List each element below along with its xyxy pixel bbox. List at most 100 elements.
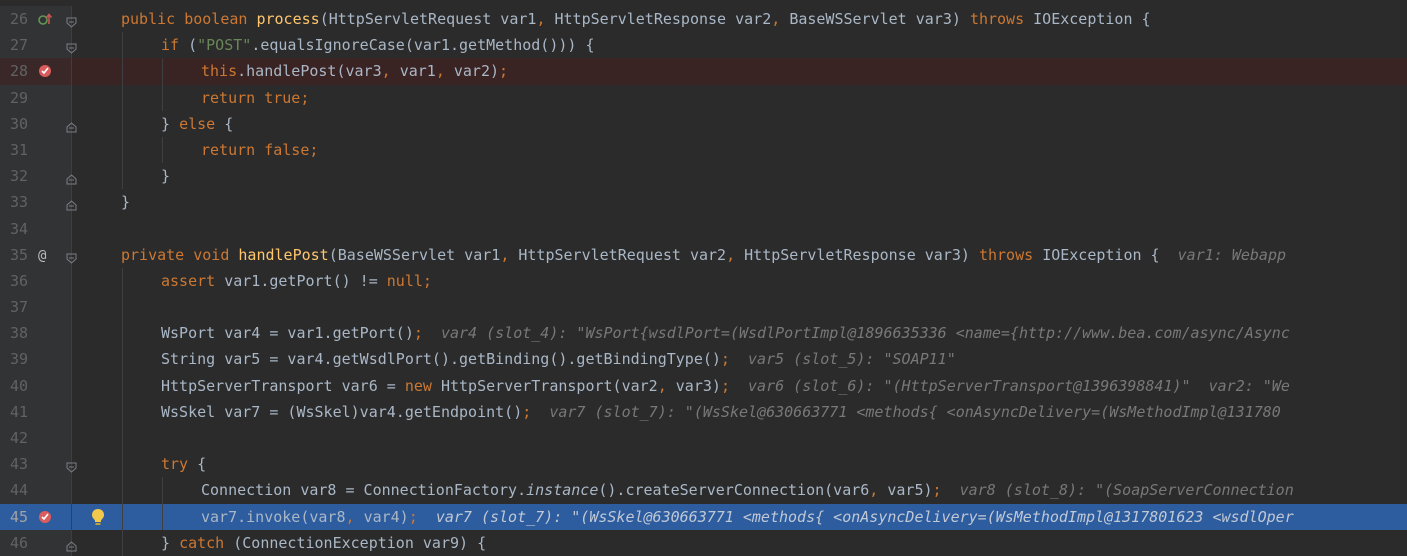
code-text[interactable]: HttpServerTransport var6 = new HttpServe… xyxy=(161,373,1407,399)
line-gutter[interactable]: 38 xyxy=(0,320,72,347)
code-token: , xyxy=(500,245,519,264)
code-token: ; xyxy=(413,324,441,343)
code-line[interactable]: 45 var7.invoke(var8, var4); var7 (slot_7)… xyxy=(0,503,1407,530)
code-token: catch xyxy=(179,533,234,552)
indent-guide xyxy=(122,84,123,111)
indent-guide xyxy=(122,477,123,504)
line-gutter[interactable]: 43 xyxy=(0,451,72,478)
line-gutter[interactable]: 45 xyxy=(0,503,72,530)
line-number: 32 xyxy=(9,167,28,186)
fold-start-icon[interactable] xyxy=(66,14,77,28)
code-line[interactable]: 43 try { xyxy=(0,451,1407,478)
code-text[interactable]: if ("POST".equalsIgnoreCase(var1.getMeth… xyxy=(161,32,1407,58)
line-gutter[interactable]: 40 xyxy=(0,372,72,399)
inline-debug-value: var6 (slot_6): "(HttpServerTransport@139… xyxy=(748,376,1290,395)
code-token: ; xyxy=(408,507,436,526)
line-gutter[interactable]: 44 xyxy=(0,477,72,504)
code-token: this xyxy=(201,62,238,81)
code-text[interactable]: } xyxy=(121,189,1407,215)
fold-mid-icon[interactable] xyxy=(66,119,77,133)
line-gutter[interactable]: 35 @ xyxy=(0,241,72,268)
code-token: assert xyxy=(161,271,225,290)
line-gutter[interactable]: 31 xyxy=(0,136,72,164)
line-gutter[interactable]: 26 xyxy=(0,6,72,33)
code-token: WsPort var4 = var1.getPort() xyxy=(161,324,414,343)
code-token: new xyxy=(404,376,441,395)
indent-guide xyxy=(122,398,123,425)
code-line[interactable]: 29 return true; xyxy=(0,84,1407,111)
code-text[interactable]: return false; xyxy=(201,137,1407,163)
breakpoint-icon[interactable] xyxy=(38,64,52,78)
fold-start-icon[interactable] xyxy=(66,459,77,473)
line-gutter[interactable]: 37 xyxy=(0,294,72,321)
code-line[interactable]: 41 WsSkel var7 = (WsSkel)var4.getEndpoint… xyxy=(0,398,1407,425)
line-number: 35 xyxy=(9,245,28,264)
code-text[interactable]: WsPort var4 = var1.getPort(); var4 (slot… xyxy=(161,320,1407,346)
code-text[interactable]: assert var1.getPort() != null; xyxy=(161,268,1407,294)
inline-debug-value: var1: Webapp xyxy=(1177,245,1287,264)
code-text[interactable]: String var5 = var4.getWsdlPort().getBind… xyxy=(161,346,1407,372)
code-text[interactable]: return true; xyxy=(201,85,1407,111)
breakpoint-icon[interactable] xyxy=(38,510,52,524)
fold-start-icon[interactable] xyxy=(66,250,77,264)
code-line[interactable]: 30 } else { xyxy=(0,110,1407,137)
code-token: private xyxy=(121,245,194,264)
line-number: 46 xyxy=(9,533,28,552)
code-line[interactable]: 40 HttpServerTransport var6 = new HttpSer… xyxy=(0,372,1407,399)
code-text[interactable]: } else { xyxy=(161,111,1407,137)
code-text[interactable]: Connection var8 = ConnectionFactory.inst… xyxy=(201,477,1407,503)
code-text[interactable]: } xyxy=(161,163,1407,189)
code-text[interactable]: } catch (ConnectionException var9) { xyxy=(161,530,1407,556)
indent-guide xyxy=(162,136,163,164)
line-gutter[interactable]: 32 xyxy=(0,163,72,190)
code-line[interactable]: 44 Connection var8 = ConnectionFactory.in… xyxy=(0,477,1407,504)
code-line[interactable]: 42 xyxy=(0,425,1407,452)
line-gutter[interactable]: 36 xyxy=(0,267,72,295)
line-gutter[interactable]: 46 xyxy=(0,529,72,556)
fold-start-icon[interactable] xyxy=(66,40,77,54)
line-gutter[interactable]: 34 xyxy=(0,215,72,242)
code-line[interactable]: 37 xyxy=(0,294,1407,321)
code-text[interactable]: public boolean process(HttpServletReques… xyxy=(121,6,1407,32)
code-line[interactable]: 46 } catch (ConnectionException var9) { xyxy=(0,529,1407,556)
line-gutter[interactable]: 27 xyxy=(0,32,72,59)
line-gutter[interactable]: 39 xyxy=(0,346,72,373)
code-line[interactable]: 32} xyxy=(0,163,1407,190)
code-text[interactable]: private void handlePost(BaseWSServlet va… xyxy=(121,242,1407,268)
code-line[interactable]: 26 public boolean process(HttpServletRequ… xyxy=(0,6,1407,33)
line-gutter[interactable]: 28 xyxy=(0,58,72,85)
fold-end-icon[interactable] xyxy=(66,197,77,211)
lightbulb-icon[interactable] xyxy=(90,508,106,526)
override-icon[interactable] xyxy=(38,12,53,26)
code-token: IOException { xyxy=(1042,245,1178,264)
code-line[interactable]: 36 assert var1.getPort() != null; xyxy=(0,267,1407,295)
fold-mid-icon[interactable] xyxy=(66,538,77,552)
code-text[interactable]: try { xyxy=(161,451,1407,477)
code-text[interactable]: WsSkel var7 = (WsSkel)var4.getEndpoint()… xyxy=(161,399,1407,425)
code-token: ; xyxy=(720,376,749,395)
line-gutter[interactable]: 41 xyxy=(0,398,72,425)
code-token: HttpServletResponse var3) xyxy=(744,245,979,264)
line-gutter[interactable]: 42 xyxy=(0,425,72,452)
code-token: ().createServerConnection(var6 xyxy=(598,481,870,500)
fold-end-icon[interactable] xyxy=(66,171,77,185)
code-line[interactable]: 35 @ private void handlePost(BaseWSServlet… xyxy=(0,241,1407,268)
code-text[interactable]: var7.invoke(var8, var4); var7 (slot_7): … xyxy=(201,504,1407,530)
line-gutter[interactable]: 33 xyxy=(0,189,72,216)
code-editor[interactable]: 26 public boolean process(HttpServletRequ… xyxy=(0,6,1407,556)
code-line[interactable]: 38 WsPort var4 = var1.getPort(); var4 (sl… xyxy=(0,320,1407,347)
code-line[interactable]: 27 if ("POST".equalsIgnoreCase(var1.getMe… xyxy=(0,32,1407,59)
code-token: var5) xyxy=(887,481,933,500)
annotation-at-icon[interactable]: @ xyxy=(38,248,52,264)
code-token: WsSkel var7 = (WsSkel)var4.getEndpoint() xyxy=(161,402,523,421)
code-line[interactable]: 33} xyxy=(0,189,1407,216)
code-line[interactable]: 34 xyxy=(0,215,1407,242)
code-line[interactable]: 39 String var5 = var4.getWsdlPort().getBi… xyxy=(0,346,1407,373)
indent-guide xyxy=(122,346,123,373)
line-gutter[interactable]: 30 xyxy=(0,110,72,137)
code-token: public xyxy=(121,10,185,28)
code-line[interactable]: 31 return false; xyxy=(0,136,1407,164)
code-text[interactable]: this.handlePost(var3, var1, var2); xyxy=(201,58,1407,84)
code-line[interactable]: 28 this.handlePost(var3, var1, var2); xyxy=(0,58,1407,85)
line-gutter[interactable]: 29 xyxy=(0,84,72,111)
